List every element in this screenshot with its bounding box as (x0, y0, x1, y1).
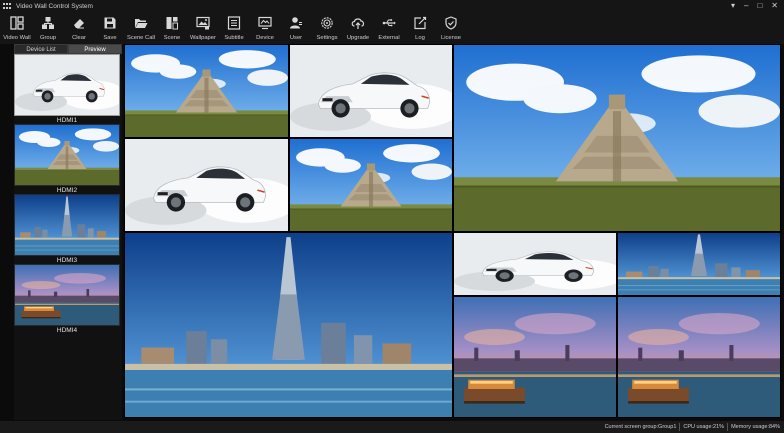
folder-open-icon (133, 15, 149, 31)
user-button[interactable]: User (281, 12, 311, 44)
scene-label: Scene (163, 35, 181, 41)
wallpaper-icon (195, 15, 211, 31)
user-icon (288, 15, 304, 31)
wall-window[interactable] (453, 296, 617, 418)
source-item-hdmi2[interactable]: HDMI2 (14, 124, 120, 195)
minimize-button[interactable]: – (744, 0, 748, 12)
device-button[interactable]: Device (250, 12, 280, 44)
tab-device-list[interactable]: Device List (14, 44, 68, 54)
source-thumbnail (14, 124, 120, 186)
status-divider (679, 423, 681, 431)
wall-window[interactable] (289, 138, 453, 232)
clear-label: Clear (72, 35, 86, 41)
group-icon (40, 15, 56, 31)
status-divider (727, 423, 729, 431)
video-wall-canvas[interactable] (124, 44, 781, 418)
scene-button[interactable]: Scene (157, 12, 187, 44)
log-label: Log (415, 35, 425, 41)
settings-icon (319, 15, 335, 31)
device-label: Device (256, 35, 274, 41)
external-label: External (378, 35, 400, 41)
title-bar: Video Wall Control System ▾ – □ ✕ (0, 0, 784, 12)
source-preview-list: HDMI1 HDMI2 HDMI3 HDMI4 (14, 54, 122, 420)
subtitle-icon (226, 15, 242, 31)
app-title: Video Wall Control System (16, 2, 93, 10)
external-button[interactable]: External (374, 12, 404, 44)
wall-window[interactable] (124, 138, 289, 232)
video-wall-label: Video Wall (3, 35, 31, 41)
status-memory-usage: Memory usage:84% (731, 424, 780, 430)
license-button[interactable]: License (436, 12, 466, 44)
pin-button[interactable]: ▾ (731, 0, 735, 12)
upgrade-button[interactable]: Upgrade (343, 12, 373, 44)
video-wall-button[interactable]: Video Wall (2, 12, 32, 44)
source-name: HDMI4 (56, 327, 78, 334)
source-item-hdmi1[interactable]: HDMI1 (14, 54, 120, 125)
close-button[interactable]: ✕ (771, 0, 778, 12)
status-cpu-usage: CPU usage:21% (683, 424, 725, 430)
eraser-icon (71, 15, 87, 31)
source-thumbnail (14, 54, 120, 116)
log-icon (412, 15, 428, 31)
panel-tabs: Device List Preview (14, 44, 122, 54)
source-item-hdmi4[interactable]: HDMI4 (14, 264, 120, 335)
group-label: Group (39, 35, 57, 41)
video-wall-icon (9, 15, 25, 31)
group-button[interactable]: Group (33, 12, 63, 44)
wallpaper-label: Wallpaper (190, 35, 216, 41)
settings-label: Settings (316, 35, 338, 41)
log-button[interactable]: Log (405, 12, 435, 44)
source-thumbnail (14, 194, 120, 256)
cloud-upload-icon (350, 15, 366, 31)
restore-button[interactable]: □ (757, 0, 762, 12)
clear-button[interactable]: Clear (64, 12, 94, 44)
user-label: User (289, 35, 303, 41)
source-thumbnail (14, 264, 120, 326)
main-toolbar: Video Wall Group Clear Save Scene Call S… (0, 12, 784, 44)
wall-window[interactable] (617, 232, 781, 296)
scene-call-label: Scene Call (126, 35, 156, 41)
save-icon (102, 15, 118, 31)
wall-window[interactable] (124, 232, 453, 418)
scene-icon (164, 15, 180, 31)
wall-window[interactable] (617, 296, 781, 418)
license-label: License (441, 35, 461, 41)
tab-preview[interactable]: Preview (68, 44, 122, 54)
source-item-hdmi3[interactable]: HDMI3 (14, 194, 120, 265)
wallpaper-button[interactable]: Wallpaper (188, 12, 218, 44)
shield-check-icon (443, 15, 459, 31)
wall-window[interactable] (289, 44, 453, 138)
device-icon (257, 15, 273, 31)
subtitle-label: Subtitle (224, 35, 244, 41)
status-bar: Current screen group:Group1 CPU usage:21… (0, 421, 784, 433)
usb-icon (381, 15, 397, 31)
app-grid-icon (3, 2, 12, 10)
wall-window[interactable] (453, 44, 781, 232)
wall-window[interactable] (124, 44, 289, 138)
status-screen-group: Current screen group:Group1 (604, 424, 677, 430)
save-button[interactable]: Save (95, 12, 125, 44)
upgrade-label: Upgrade (346, 35, 370, 41)
window-controls: ▾ – □ ✕ (731, 0, 778, 12)
subtitle-button[interactable]: Subtitle (219, 12, 249, 44)
settings-button[interactable]: Settings (312, 12, 342, 44)
save-label: Save (103, 35, 117, 41)
scene-call-button[interactable]: Scene Call (126, 12, 156, 44)
wall-window[interactable] (453, 232, 617, 296)
